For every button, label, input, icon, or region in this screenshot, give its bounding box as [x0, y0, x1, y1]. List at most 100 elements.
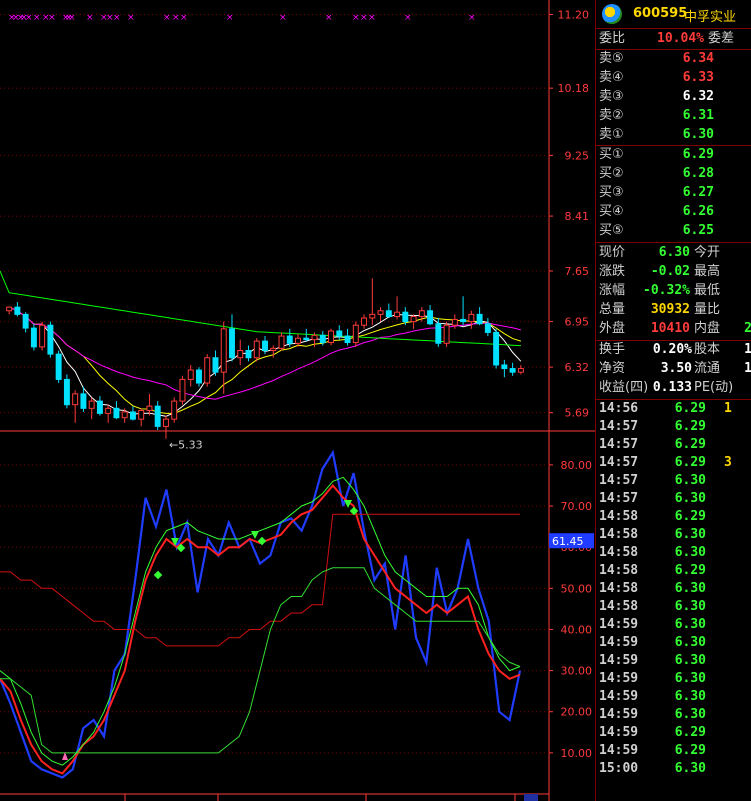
candle-down	[435, 323, 442, 344]
candle-up	[410, 316, 417, 323]
bid-label: 买⑤	[599, 223, 624, 238]
ask-label: 卖①	[599, 127, 624, 142]
candle-up	[253, 340, 260, 359]
candle-up	[311, 334, 318, 341]
candle-up	[220, 328, 227, 373]
tick-row: 14:59 6.30	[596, 688, 751, 706]
candle-up	[204, 357, 211, 384]
tick-price: 6.29	[674, 509, 706, 524]
stock-name: 中孚实业	[684, 10, 737, 25]
candle-up	[361, 317, 368, 326]
quote-label: 涨幅	[599, 283, 626, 298]
order-ratio-row: 委比 10.04% 委差	[596, 30, 751, 48]
ask-row[interactable]: 卖③ 6.32	[596, 88, 751, 106]
candle-down	[14, 306, 21, 315]
candle-down	[229, 328, 235, 359]
tick-time: 14:56	[599, 401, 639, 416]
ask-row[interactable]: 卖④ 6.33	[596, 69, 751, 87]
stock-code: 600595	[633, 6, 688, 21]
bid-label: 买②	[599, 166, 624, 181]
bid-price: 6.29	[682, 147, 714, 162]
bid-label: 买④	[599, 204, 624, 219]
quote-value: 6.30	[658, 245, 690, 260]
bid-row[interactable]: 买② 6.28	[596, 165, 751, 183]
candle-up	[237, 350, 244, 359]
tick-row: 14:59 6.30	[596, 652, 751, 670]
bid-row[interactable]: 买④ 6.26	[596, 203, 751, 221]
signal-marker: ×	[68, 13, 76, 23]
signal-marker: ×	[86, 13, 94, 23]
quote-row: 现价 6.30 今开	[596, 244, 751, 262]
bid-row[interactable]: 买⑤ 6.25	[596, 222, 751, 240]
fundamental-value: 3.50	[660, 361, 692, 376]
tick-row: 14:58 6.30	[596, 580, 751, 598]
candle-down	[262, 340, 268, 352]
candle-down	[427, 310, 434, 325]
tick-time: 14:58	[599, 581, 639, 596]
order-ratio-value: 10.04%	[657, 31, 704, 46]
tick-time: 14:58	[599, 527, 639, 542]
ask-price: 6.34	[682, 51, 714, 66]
tick-row: 14:58 6.30	[596, 598, 751, 616]
signal-marker: ×	[468, 13, 476, 23]
tick-price: 6.30	[674, 761, 706, 776]
price-tick-label: 6.95	[565, 316, 590, 329]
quote-label-2: 最高	[694, 264, 721, 279]
tick-row: 15:00 6.30	[596, 760, 751, 778]
candle-down	[80, 393, 87, 409]
bid-row[interactable]: 买① 6.29	[596, 146, 751, 164]
candle-up	[278, 335, 285, 349]
bid-row[interactable]: 买③ 6.27	[596, 184, 751, 202]
signal-marker: ×	[163, 13, 171, 23]
price-tick-label: 6.32	[565, 361, 590, 374]
low-price-annotation: ←5.33	[169, 439, 203, 452]
buy-arrow-icon	[251, 531, 259, 539]
kline-chart-area[interactable]: 11.20 10.18 9.25 8.41 7.65 6.95 6.32 5.69 ←5.33 ×…	[0, 0, 595, 801]
fundamental-row: 净资 3.50 流通 1	[596, 360, 751, 378]
candle-up	[394, 311, 401, 318]
candle-down	[96, 400, 103, 414]
tick-time: 14:58	[599, 509, 639, 524]
tick-row: 14:56 6.29 1	[596, 400, 751, 418]
order-diff-label: 委差	[708, 31, 735, 46]
tick-price: 6.30	[674, 581, 706, 596]
candle-up	[105, 407, 112, 414]
fundamental-row: 收益(四) 0.133 PE(动)	[596, 379, 751, 397]
signal-marker: ×	[127, 13, 135, 23]
candle-down	[63, 378, 70, 406]
tick-time: 14:59	[599, 707, 639, 722]
candle-up	[328, 330, 335, 344]
tick-row: 14:59 6.29	[596, 724, 751, 742]
signal-diamond-icon	[257, 536, 267, 546]
tick-time: 14:57	[599, 491, 639, 506]
kline-chart-svg[interactable]: 11.20 10.18 9.25 8.41 7.65 6.95 6.32 5.69 ←5.33 ×…	[0, 0, 595, 801]
signal-marker: ×	[352, 13, 360, 23]
quote-label: 现价	[599, 245, 626, 260]
signal-marker: ×	[279, 13, 287, 23]
signal-marker: ×	[368, 13, 376, 23]
indicator-tick-label: 80.00	[561, 459, 593, 472]
candle-down	[129, 411, 136, 420]
ask-label: 卖⑤	[599, 51, 624, 66]
tick-row: 14:58 6.29	[596, 562, 751, 580]
price-tick-label: 7.65	[565, 265, 590, 278]
ask-row[interactable]: 卖① 6.30	[596, 126, 751, 144]
fundamental-label-2: 股本	[694, 342, 721, 357]
candle-up	[295, 337, 301, 344]
candle-up	[270, 347, 277, 352]
candle-up	[121, 411, 128, 419]
tick-price: 6.30	[674, 617, 706, 632]
ask-label: 卖③	[599, 89, 624, 104]
tick-price: 6.30	[674, 545, 706, 560]
stock-header[interactable]: 600595 中孚实业	[596, 0, 751, 29]
ask-row[interactable]: 卖② 6.31	[596, 107, 751, 125]
candle-up	[138, 409, 145, 420]
candle-down	[460, 318, 467, 323]
ask-label: 卖②	[599, 108, 624, 123]
indicator-tick-label: 70.00	[561, 500, 593, 513]
price-tick-label: 5.69	[565, 407, 590, 420]
divider	[596, 242, 751, 243]
ask-row[interactable]: 卖⑤ 6.34	[596, 50, 751, 68]
tick-time: 14:57	[599, 437, 639, 452]
candle-down	[319, 334, 326, 344]
